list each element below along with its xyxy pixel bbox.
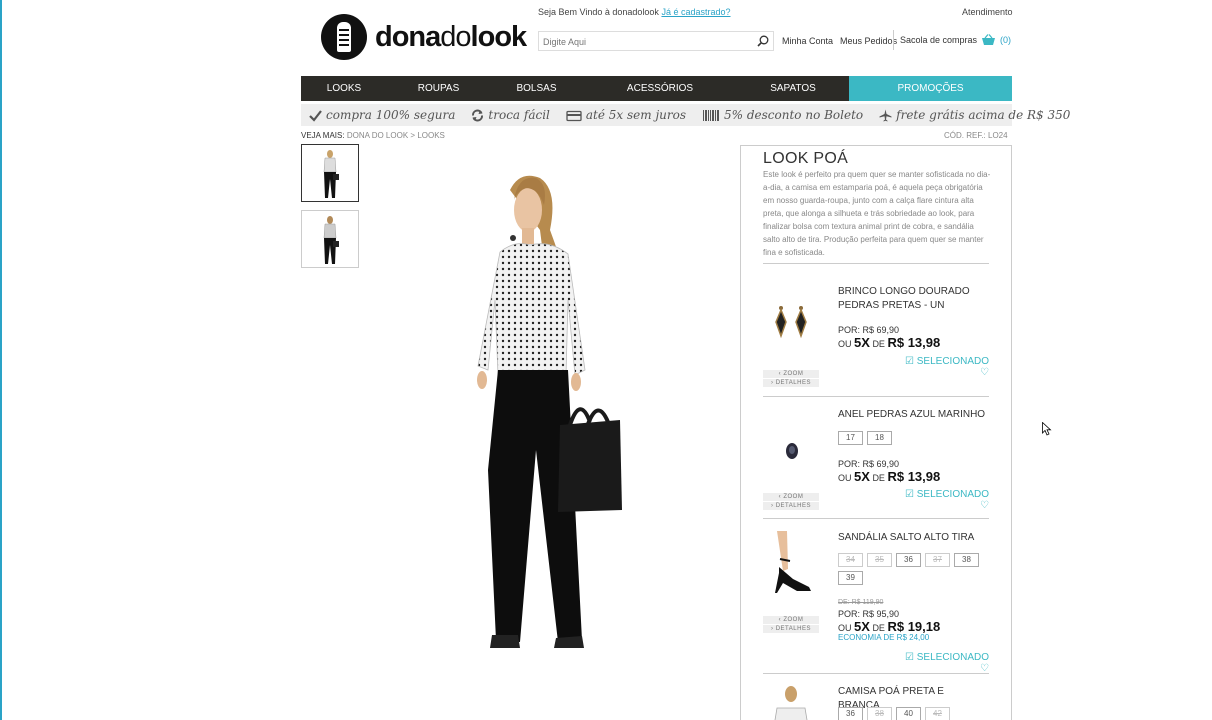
details-button[interactable]: › DETALHES (763, 379, 819, 387)
size-option[interactable]: 36 (838, 707, 863, 720)
welcome-text: Seja Bem Vindo à donadolook Já é cadastr… (538, 7, 731, 17)
search-box (538, 31, 774, 51)
look-description: Este look é perfeito pra quem quer se ma… (763, 170, 991, 257)
item-old-price: DE: R$ 119,90 (838, 599, 884, 606)
atendimento-link[interactable]: Atendimento (962, 7, 1013, 17)
item-price: POR: R$ 69,90 (838, 459, 900, 469)
size-option[interactable]: 38 (954, 553, 979, 567)
search-icon[interactable] (757, 35, 769, 47)
benefit-exchange: troca fácil (471, 108, 550, 122)
thumbnail-2[interactable] (301, 210, 359, 268)
details-button[interactable]: › DETALHES (763, 502, 819, 510)
site-logo[interactable]: donadolook (321, 14, 527, 60)
zoom-button[interactable]: ‹ ZOOM (763, 370, 819, 378)
shirt-image[interactable] (763, 684, 819, 720)
size-option[interactable]: 39 (838, 571, 863, 585)
earring-image[interactable] (763, 296, 819, 366)
thumbnail-model-image (323, 216, 339, 264)
divider (763, 396, 989, 397)
look-panel: LOOK POÁ Este look é perfeito pra quem q… (740, 145, 1012, 720)
details-button[interactable]: › DETALHES (763, 625, 819, 633)
window-edge (0, 0, 2, 720)
ring-image[interactable] (763, 419, 819, 489)
heart-icon[interactable]: ♡ (980, 500, 989, 511)
benefit-boleto: 5% desconto no Boleto (702, 108, 863, 122)
divider (763, 673, 989, 674)
main-product-image[interactable] (470, 170, 630, 670)
item-economy: ECONOMIA DE R$ 24,00 (838, 633, 930, 642)
thumbnail-model-image (323, 150, 339, 198)
cart-count: (0) (1000, 35, 1012, 45)
nav-promocoes[interactable]: PROMOÇÕES (849, 76, 1012, 101)
main-nav: LOOKS ROUPAS BOLSAS ACESSÓRIOS SAPATOS P… (301, 76, 1012, 101)
selected-toggle[interactable]: ☑ SELECIONADO ♡ (897, 652, 989, 674)
header-divider (893, 30, 894, 50)
breadcrumb: VEJA MAIS: DONA DO LOOK > LOOKS (301, 131, 445, 140)
zoom-controls: ‹ ZOOM › DETALHES (763, 616, 819, 634)
nav-bolsas[interactable]: BOLSAS (490, 76, 583, 101)
size-option[interactable]: 36 (896, 553, 921, 567)
size-option[interactable]: 35 (867, 553, 892, 567)
divider (763, 263, 989, 264)
nav-looks[interactable]: LOOKS (301, 76, 387, 101)
benefit-installments: até 5x sem juros (566, 108, 686, 122)
my-orders-link[interactable]: Meus Pedidos (840, 36, 897, 46)
selected-toggle[interactable]: ☑ SELECIONADO ♡ (897, 356, 989, 378)
mouse-cursor-icon (1042, 422, 1052, 436)
item-name[interactable]: ANEL PEDRAS AZUL MARINHO (838, 408, 988, 422)
divider (763, 518, 989, 519)
item-name[interactable]: BRINCO LONGO DOURADO PEDRAS PRETAS - UN (838, 285, 988, 313)
login-link[interactable]: Já é cadastrado? (661, 7, 730, 17)
zoom-button[interactable]: ‹ ZOOM (763, 493, 819, 501)
zoom-controls: ‹ ZOOM › DETALHES (763, 493, 819, 511)
item-name[interactable]: SANDÁLIA SALTO ALTO TIRA (838, 531, 988, 545)
cart-link[interactable]: Sacola de compras (0) (900, 34, 1011, 46)
item-installments: OU 5X DE R$ 19,18 (838, 619, 941, 634)
size-options: 17 18 (838, 431, 988, 445)
airplane-icon (879, 109, 892, 121)
benefits-bar: compra 100% segura troca fácil até 5x se… (301, 104, 1070, 126)
size-option[interactable]: 17 (838, 431, 863, 445)
refresh-icon (472, 109, 484, 121)
item-price: POR: R$ 95,90 (838, 609, 900, 619)
search-input[interactable] (539, 33, 749, 51)
sandal-image[interactable] (763, 529, 819, 599)
thumbnail-1[interactable] (301, 144, 359, 202)
credit-card-icon (566, 110, 582, 121)
basket-icon (982, 34, 996, 45)
heart-icon[interactable]: ♡ (980, 367, 989, 378)
size-options: 36 38 40 42 (838, 707, 988, 720)
barcode-icon (703, 109, 720, 121)
zoom-button[interactable]: ‹ ZOOM (763, 616, 819, 624)
my-account-link[interactable]: Minha Conta (782, 36, 833, 46)
size-option[interactable]: 40 (896, 707, 921, 720)
item-installments: OU 5X DE R$ 13,98 (838, 335, 941, 350)
size-option[interactable]: 42 (925, 707, 950, 720)
size-option[interactable]: 18 (867, 431, 892, 445)
nav-roupas[interactable]: ROUPAS (387, 76, 490, 101)
zoom-controls: ‹ ZOOM › DETALHES (763, 370, 819, 388)
selected-toggle[interactable]: ☑ SELECIONADO ♡ (897, 489, 989, 511)
product-code: CÓD. REF.: LO24 (944, 131, 1008, 140)
size-option[interactable]: 34 (838, 553, 863, 567)
size-option[interactable]: 37 (925, 553, 950, 567)
item-installments: OU 5X DE R$ 13,98 (838, 469, 941, 484)
nav-acessorios[interactable]: ACESSÓRIOS (583, 76, 737, 101)
breadcrumb-home[interactable]: DONA DO LOOK (347, 131, 408, 140)
benefit-secure: compra 100% segura (309, 108, 455, 122)
look-title: LOOK POÁ (763, 150, 849, 167)
breadcrumb-looks[interactable]: LOOKS (417, 131, 445, 140)
size-option[interactable]: 38 (867, 707, 892, 720)
check-icon (309, 109, 322, 122)
logo-mark-icon (321, 14, 367, 60)
logo-wordmark: donadolook (375, 20, 527, 53)
account-links: Minha Conta Meus Pedidos (782, 36, 897, 46)
size-options: 34 35 36 37 38 39 (838, 553, 988, 585)
item-price: POR: R$ 69,90 (838, 325, 900, 335)
cart-label: Sacola de compras (900, 35, 978, 45)
benefit-shipping: frete grátis acima de R$ 350 (879, 108, 1070, 122)
nav-sapatos[interactable]: SAPATOS (737, 76, 849, 101)
